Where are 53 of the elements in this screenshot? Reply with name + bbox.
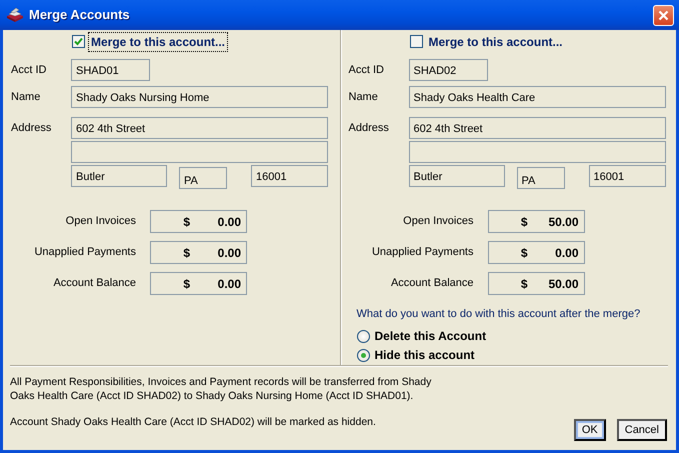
window-title: Merge Accounts [29, 6, 130, 24]
address-field: 602 4th Street [408, 117, 666, 139]
amount-value: 0.00 [216, 214, 241, 230]
message-text: Account Shady Oaks Health Care (Acct ID SHAD02) will be marked as hidden. [10, 415, 377, 429]
total-label: Unapplied Payments [33, 245, 137, 260]
radio-label[interactable]: Hide this account [374, 346, 475, 364]
amount-value: 0.00 [216, 276, 241, 292]
total-label: Account Balance [52, 276, 137, 292]
total-label: Open Invoices [402, 214, 474, 230]
state-field: PA [179, 167, 227, 189]
acct-id-field: SHAD02 [408, 59, 488, 81]
message-text: All Payment Responsibilities, Invoices and Payment records will be transferred from Shady Oaks Health Care (Acct ID SHAD02) to Shady Oaks Nursing Home (Acct ID SHAD01). [10, 375, 432, 403]
field-label: Acct ID [348, 63, 385, 78]
currency-sign: $ [520, 276, 528, 292]
amount-value: 50.00 [547, 214, 578, 230]
name-field: Shady Oaks Nursing Home [71, 86, 328, 108]
radio-button[interactable] [356, 348, 370, 362]
field-label: Acct ID [11, 63, 48, 78]
radio-label[interactable]: Delete this Account [374, 327, 486, 345]
currency-sign: $ [520, 244, 528, 262]
currency-sign: $ [183, 244, 190, 262]
close-button[interactable] [653, 4, 674, 26]
amount-value: 0.00 [216, 244, 241, 262]
city-field: Butler [71, 165, 167, 187]
zip-field: 16001 [588, 165, 666, 187]
total-label: Open Invoices [64, 214, 137, 230]
currency-sign: $ [520, 214, 528, 230]
acct-id-field: SHAD01 [71, 59, 150, 81]
state-field: PA [516, 167, 564, 189]
dialog-button[interactable]: OK [574, 418, 606, 441]
question-text: What do you want to do with this account after the merge? [356, 307, 642, 322]
field-label: Address [348, 121, 390, 136]
dialog-button[interactable]: Cancel [616, 418, 667, 441]
total-label: Unapplied Payments [370, 245, 474, 260]
amount-value: 0.00 [554, 244, 578, 262]
currency-sign: $ [183, 214, 190, 230]
currency-sign: $ [183, 276, 190, 292]
field-label: Name [348, 90, 379, 105]
app-icon [6, 7, 24, 23]
radio-button[interactable] [356, 330, 370, 342]
zip-field: 16001 [251, 165, 328, 187]
checkbox-label[interactable]: Merge to this account... [426, 32, 566, 52]
field-label: Name [11, 90, 42, 105]
checkbox-label[interactable]: Merge to this account... [88, 32, 228, 52]
total-label: Account Balance [390, 276, 474, 292]
close-icon [658, 10, 669, 20]
checkbox[interactable] [72, 35, 85, 48]
city-field: Butler [408, 165, 504, 187]
amount-value: 50.00 [547, 276, 578, 292]
field-label: Address [11, 121, 52, 136]
checkbox[interactable] [410, 35, 422, 48]
name-field: Shady Oaks Health Care [408, 86, 666, 108]
address-field: 602 4th Street [71, 117, 328, 139]
